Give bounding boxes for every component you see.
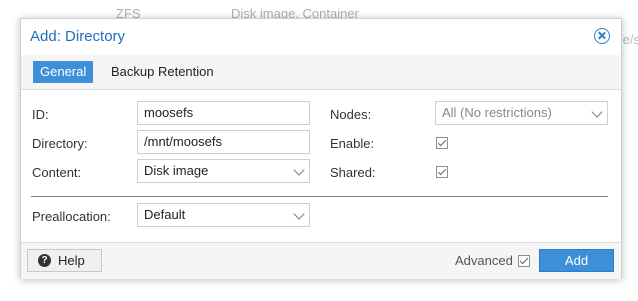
preallocation-label: Preallocation: — [32, 209, 111, 224]
help-button[interactable]: ? Help — [27, 249, 102, 272]
tab-general[interactable]: General — [33, 61, 94, 83]
chevron-down-icon[interactable] — [293, 208, 305, 220]
directory-label: Directory: — [32, 136, 88, 151]
section-divider — [31, 196, 608, 197]
directory-value: /mnt/moosefs — [144, 134, 223, 149]
id-label: ID: — [32, 107, 49, 122]
enable-label: Enable: — [330, 136, 375, 151]
question-circle-icon: ? — [38, 254, 51, 267]
close-icon[interactable] — [594, 28, 610, 44]
preallocation-value: Default — [144, 207, 186, 222]
tab-backup-retention[interactable]: Backup Retention — [104, 61, 221, 83]
dialog-title: Add: Directory — [30, 28, 126, 45]
content-label: Content: — [32, 165, 82, 180]
content-value: Disk image — [144, 163, 209, 178]
chevron-down-icon[interactable] — [293, 164, 305, 176]
content-select[interactable]: Disk image — [137, 159, 310, 183]
dialog-footer: ? Help Advanced Add — [21, 242, 621, 279]
add-button[interactable]: Add — [539, 249, 614, 272]
chevron-down-icon[interactable] — [591, 106, 603, 118]
tab-strip: General Backup Retention — [21, 55, 621, 90]
nodes-select[interactable]: All (No restrictions) — [435, 101, 608, 125]
advanced-checkbox[interactable] — [518, 255, 530, 267]
nodes-value: All (No restrictions) — [442, 105, 552, 120]
dialog-header: Add: Directory — [21, 19, 621, 55]
nodes-label: Nodes: — [330, 107, 372, 122]
id-value: moosefs — [144, 105, 194, 120]
help-label: Help — [58, 253, 85, 268]
add-directory-dialog: Add: Directory General Backup Retention … — [20, 18, 622, 279]
enable-checkbox[interactable] — [436, 137, 448, 149]
preallocation-select[interactable]: Default — [137, 203, 310, 227]
advanced-label: Advanced — [455, 253, 513, 268]
id-field[interactable]: moosefs — [137, 101, 310, 125]
directory-field[interactable]: /mnt/moosefs — [137, 130, 310, 154]
shared-label: Shared: — [330, 165, 376, 180]
shared-checkbox[interactable] — [436, 166, 448, 178]
